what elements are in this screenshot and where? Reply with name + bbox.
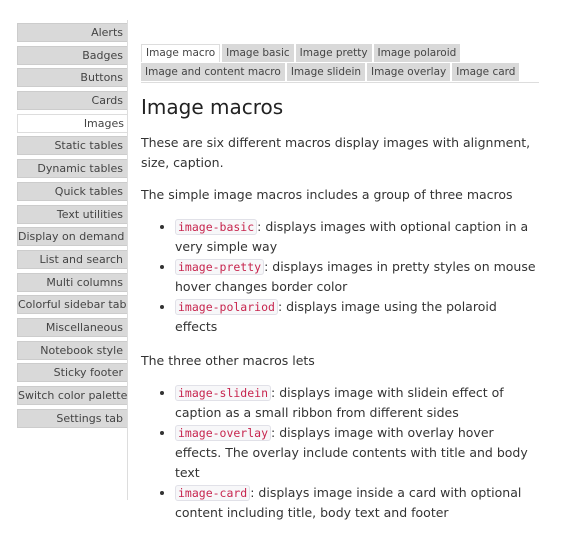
sidebar: Alerts Badges Buttons Cards Images Static tab… (17, 23, 128, 431)
list-item: image-polariod: displays image using the… (175, 297, 541, 337)
simple-macros-list: image-basic: displays images with option… (141, 217, 541, 337)
other-intro: The three other macros lets (141, 353, 315, 368)
list-item: image-basic: displays images with option… (175, 217, 541, 257)
sidebar-item-miscellaneous[interactable]: Miscellaneous (17, 317, 128, 337)
macro-code: image-slidein (175, 385, 272, 401)
tab-image-and-content-macro[interactable]: Image and content macro (141, 63, 285, 81)
tab-image-slidein[interactable]: Image slidein (286, 63, 366, 81)
simple-intro: The simple image macros includes a group… (141, 187, 513, 202)
sidebar-item-alerts[interactable]: Alerts (17, 23, 128, 42)
sidebar-item-notebook-style[interactable]: Notebook style (17, 340, 128, 360)
tab-image-card[interactable]: Image card (452, 63, 520, 81)
sidebar-item-quick-tables[interactable]: Quick tables (17, 181, 128, 201)
tab-image-pretty[interactable]: Image pretty (295, 44, 372, 62)
page-title: Image macros (141, 95, 284, 119)
sidebar-item-text-utilities[interactable]: Text utilities (17, 204, 128, 224)
tab-image-overlay[interactable]: Image overlay (367, 63, 451, 81)
sidebar-item-static-tables[interactable]: Static tables (17, 136, 128, 156)
sidebar-item-cards[interactable]: Cards (17, 91, 128, 111)
tab-image-polaroid[interactable]: Image polaroid (373, 44, 461, 62)
main-content: Image macros These are six different mac… (141, 97, 541, 537)
macro-code: image-polariod (175, 299, 278, 315)
intro-text: These are six different macros display i… (141, 135, 531, 170)
other-macros-list: image-slidein: displays image with slide… (141, 383, 541, 523)
macro-code: image-pretty (175, 259, 265, 275)
tab-bar: Image macro Image basic Image pretty Image … (141, 44, 539, 83)
tab-image-basic[interactable]: Image basic (222, 44, 294, 62)
macro-code: image-overlay (175, 425, 272, 441)
sidebar-item-buttons[interactable]: Buttons (17, 68, 128, 88)
sidebar-item-settings-tab[interactable]: Settings tab (17, 408, 128, 428)
sidebar-divider (127, 20, 128, 500)
list-item: image-card: displays image inside a card… (175, 483, 541, 523)
sidebar-item-badges[interactable]: Badges (17, 45, 128, 65)
sidebar-item-sticky-footer[interactable]: Sticky footer (17, 363, 128, 383)
sidebar-item-multi-columns[interactable]: Multi columns (17, 272, 128, 292)
sidebar-item-list-and-search[interactable]: List and search (17, 249, 128, 269)
list-item: image-slidein: displays image with slide… (175, 383, 541, 423)
list-item: image-overlay: displays image with overl… (175, 423, 541, 483)
sidebar-item-colorful-sidebar-tabs[interactable]: Colorful sidebar tabs (17, 295, 128, 315)
macro-code: image-card (175, 485, 251, 501)
tab-image-macro[interactable]: Image macro (141, 44, 221, 62)
list-item: image-pretty: displays images in pretty … (175, 257, 541, 297)
sidebar-item-dynamic-tables[interactable]: Dynamic tables (17, 159, 128, 179)
sidebar-item-display-on-demand[interactable]: Display on demand (17, 227, 128, 247)
sidebar-item-switch-color-palettes[interactable]: Switch color palettes (17, 386, 128, 405)
macro-code: image-basic (175, 219, 258, 235)
sidebar-item-images[interactable]: Images (17, 113, 128, 133)
